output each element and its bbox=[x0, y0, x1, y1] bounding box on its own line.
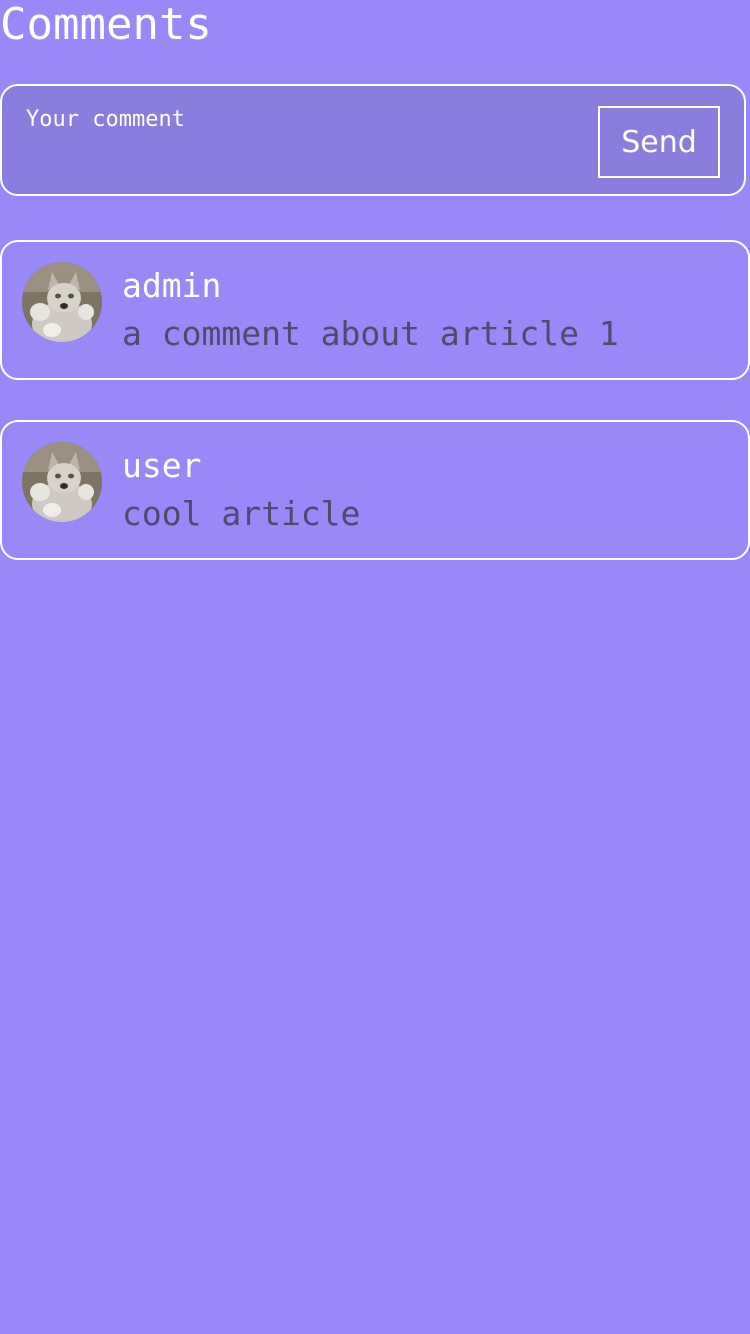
comment-text: a comment about article 1 bbox=[122, 314, 619, 353]
comment-author: user bbox=[122, 446, 202, 485]
comment-author: admin bbox=[122, 266, 222, 305]
comment-text: cool article bbox=[122, 494, 361, 533]
send-button[interactable]: Send bbox=[598, 106, 720, 178]
page-title: Comments bbox=[0, 0, 212, 50]
comment-card: user cool article bbox=[0, 420, 750, 560]
comment-composer: Send bbox=[0, 84, 746, 196]
comment-input[interactable] bbox=[26, 106, 586, 176]
cat-avatar-icon bbox=[22, 442, 102, 522]
comment-card: admin a comment about article 1 bbox=[0, 240, 750, 380]
cat-avatar-icon bbox=[22, 262, 102, 342]
